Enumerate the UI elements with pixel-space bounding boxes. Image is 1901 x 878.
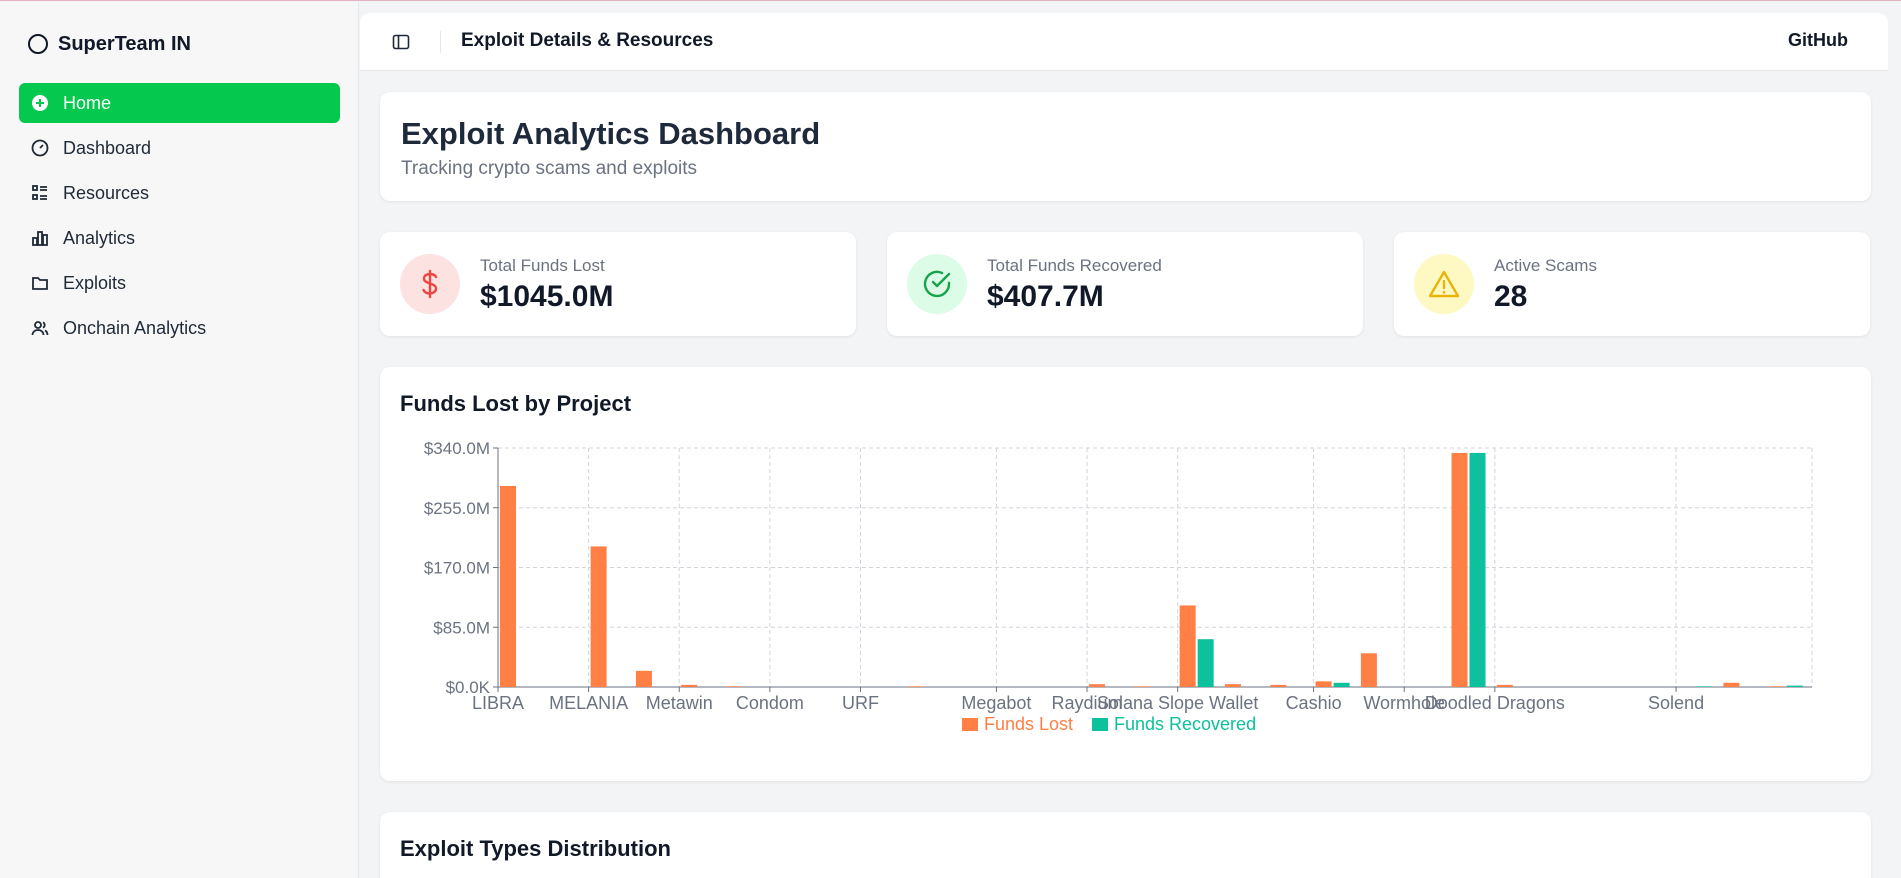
- y-tick-label: $85.0M: [433, 618, 490, 637]
- x-tick-label: Condom: [736, 693, 804, 713]
- bar-funds-recovered: [1696, 686, 1713, 687]
- gauge-icon: [31, 139, 49, 157]
- brand-logo-icon: [28, 34, 48, 54]
- stat-card-active-scams: Active Scams 28: [1394, 232, 1870, 336]
- bar-funds-lost: [1451, 452, 1468, 687]
- bar-funds-lost: [590, 546, 607, 687]
- sidebar-item-label: Onchain Analytics: [63, 317, 207, 338]
- dollar-icon: [400, 254, 460, 314]
- brand[interactable]: SuperTeam IN: [28, 30, 191, 58]
- topbar: Exploit Details & Resources GitHub: [360, 13, 1888, 71]
- folder-icon: [32, 277, 48, 290]
- sidebar-toggle-button[interactable]: [390, 31, 412, 53]
- sidebar-item-label: Dashboard: [63, 137, 152, 158]
- sidebar-item-analytics[interactable]: Analytics: [19, 218, 340, 258]
- legend-label-funds-lost: Funds Lost: [984, 714, 1073, 734]
- legend-swatch-funds-recovered: [1092, 718, 1108, 731]
- x-tick-label: Megabot: [961, 693, 1031, 713]
- brand-name: SuperTeam IN: [58, 32, 191, 55]
- sidebar-nav: Home Dashboard Resources Analytics Explo…: [19, 83, 340, 353]
- bar-funds-lost: [1224, 684, 1241, 687]
- sidebar-item-onchain-analytics[interactable]: Onchain Analytics: [19, 308, 340, 348]
- sidebar-item-label: Resources: [63, 182, 150, 203]
- bar-funds-lost: [1134, 686, 1151, 687]
- dashboard-subtitle: Tracking crypto scams and exploits: [401, 158, 698, 179]
- x-tick-label: Cashio: [1286, 693, 1342, 713]
- sidebar-item-dashboard[interactable]: Dashboard: [19, 128, 340, 168]
- x-tick-label: Metawin: [646, 693, 713, 713]
- stat-label: Total Funds Lost: [480, 256, 605, 275]
- distribution-title: Exploit Types Distribution: [400, 836, 671, 861]
- stat-label: Active Scams: [1494, 256, 1597, 275]
- list-icon: [32, 185, 47, 200]
- dashboard-header-card: Exploit Analytics Dashboard Tracking cry…: [380, 92, 1871, 201]
- exploit-types-card: Exploit Types Distribution: [380, 812, 1871, 878]
- x-tick-label: Solana Slope Wallet: [1097, 693, 1258, 713]
- bar-funds-lost: [907, 686, 924, 687]
- bar-funds-recovered: [1786, 685, 1803, 687]
- x-tick-label: LIBRA: [472, 693, 524, 713]
- stat-value: $407.7M: [987, 280, 1104, 313]
- chart-title: Funds Lost by Project: [400, 391, 632, 416]
- bar-funds-lost: [726, 686, 743, 687]
- bar-funds-lost: [1270, 684, 1287, 687]
- bar-funds-lost: [1179, 605, 1196, 687]
- sidebar-item-resources[interactable]: Resources: [19, 173, 340, 213]
- x-tick-label: MELANIA: [549, 693, 628, 713]
- y-tick-label: $170.0M: [424, 559, 490, 578]
- x-tick-label: Doodled Dragons: [1425, 693, 1565, 713]
- bar-funds-lost: [1089, 684, 1106, 687]
- stat-value: $1045.0M: [480, 280, 614, 313]
- warning-icon: [1414, 254, 1474, 314]
- bar-funds-lost: [681, 684, 698, 687]
- sidebar-toggle-icon: [392, 34, 410, 50]
- y-tick-label: $255.0M: [424, 499, 490, 518]
- bar-funds-lost: [1723, 682, 1740, 687]
- bar-funds-recovered: [1333, 682, 1350, 687]
- sidebar: SuperTeam IN Home Dashboard Resources An…: [0, 2, 359, 878]
- topbar-divider: [440, 31, 441, 53]
- bar-chart-icon: [32, 231, 48, 246]
- sidebar-item-home[interactable]: Home: [19, 83, 340, 123]
- bar-funds-lost: [1496, 684, 1513, 687]
- bar-funds-lost: [1315, 681, 1332, 687]
- legend-swatch-funds-lost: [962, 718, 978, 731]
- dashboard-title: Exploit Analytics Dashboard: [401, 116, 821, 151]
- check-circle-icon: [907, 254, 967, 314]
- sidebar-item-label: Analytics: [63, 227, 136, 248]
- bar-funds-recovered: [1197, 639, 1214, 687]
- bar-funds-lost: [1768, 686, 1785, 687]
- github-link[interactable]: GitHub: [1788, 30, 1848, 51]
- stat-label: Total Funds Recovered: [987, 256, 1162, 275]
- bar-funds-recovered: [1469, 452, 1486, 687]
- plus-circle-icon: [32, 95, 48, 111]
- funds-lost-chart-card: $0.0K $85.0M $170.0M $255.0M $340.0M LIBRA MEL…: [380, 367, 1871, 781]
- bar-funds-lost: [1360, 653, 1377, 687]
- bar-funds-lost: [500, 485, 516, 687]
- stat-value: 28: [1494, 280, 1528, 313]
- page-title: Exploit Details & Resources: [461, 30, 714, 51]
- stat-card-funds-lost: Total Funds Lost $1045.0M: [380, 232, 856, 336]
- stat-card-funds-recovered: Total Funds Recovered $407.7M: [887, 232, 1363, 336]
- x-tick-label: Solend: [1648, 693, 1704, 713]
- x-tick-label: URF: [842, 693, 879, 713]
- funds-lost-chart: $0.0K$85.0M$170.0M$255.0M$340.0MLIBRA MEL…: [424, 439, 1813, 734]
- y-tick-label: $340.0M: [424, 439, 490, 458]
- legend-label-funds-recovered: Funds Recovered: [1114, 714, 1256, 734]
- sidebar-item-exploits[interactable]: Exploits: [19, 263, 340, 303]
- sidebar-item-label: Home: [63, 92, 112, 113]
- users-icon: [31, 321, 49, 336]
- bar-funds-lost: [635, 670, 652, 687]
- sidebar-item-label: Exploits: [63, 272, 127, 293]
